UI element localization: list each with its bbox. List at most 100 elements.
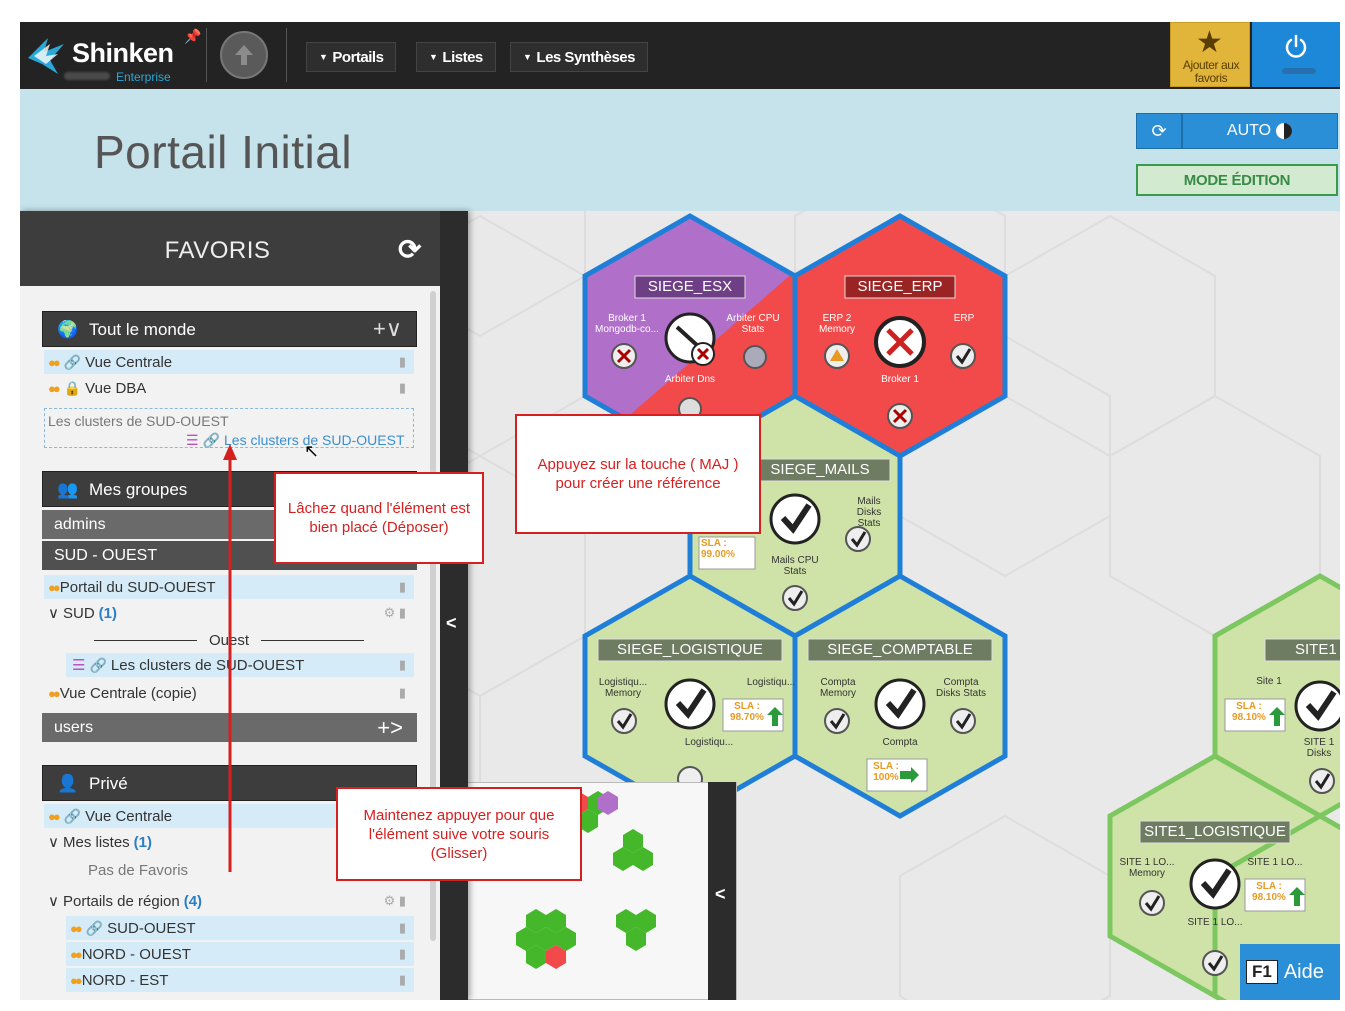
section-label: Privé <box>89 774 128 793</box>
service-label: ERP 2 Memory <box>818 313 856 335</box>
link-icon: 🔗 <box>202 432 220 448</box>
power-icon <box>1285 34 1307 58</box>
sla-value: SLA :98.10% <box>1232 701 1266 723</box>
list-item[interactable]: ●● NORD - OUEST ▮ <box>66 942 414 966</box>
f1-key: F1 <box>1246 960 1278 984</box>
list-item[interactable]: ☰ 🔗 Les clusters de SUD-OUEST ▮ <box>66 653 414 677</box>
list-item[interactable]: ●● 🔒 Vue DBA ▮ <box>44 376 414 400</box>
callout-drag: Maintenez appuyer pour que l'élément sui… <box>336 787 582 881</box>
service-label: Site 1 <box>1256 676 1282 687</box>
trash-icon[interactable]: ▮ <box>399 946 406 962</box>
trash-icon[interactable]: ▮ <box>399 579 406 595</box>
trash-icon[interactable]: ▮ <box>399 685 406 701</box>
caret-down-icon: ▼ <box>319 52 328 62</box>
brand-sub: Enterprise <box>116 70 171 84</box>
sla-value: SLA :98.10% <box>1252 881 1286 903</box>
nav-portails[interactable]: ▼ Portails <box>306 42 397 72</box>
dragged-item[interactable]: ☰ 🔗 Les clusters de SUD-OUEST <box>186 432 405 449</box>
trash-icon[interactable]: ▮ <box>399 920 406 936</box>
list-icon: ☰ <box>186 432 199 448</box>
brand-name: Shinken <box>72 38 174 68</box>
favorites-header: FAVORIS ⟳ <box>20 211 440 286</box>
hex-title-siege-logistique: SIEGE_LOGISTIQUE <box>617 641 763 658</box>
trash-icon[interactable]: ▮ <box>399 657 406 673</box>
help-label: Aide <box>1283 960 1324 983</box>
list-item[interactable]: ●● 🔗 SUD-OUEST ▮ <box>66 916 414 940</box>
top-bar: Shinken Enterprise 📌 ▼ Portails ▼ Listes ▼… <box>20 22 1340 89</box>
cursor-icon: ↖ <box>304 441 320 461</box>
trash-icon[interactable]: ⚙ ▮ <box>384 605 406 621</box>
auto-refresh-button[interactable]: AUTO <box>1182 113 1338 149</box>
hex-title-siege-comptable: SIEGE_COMPTABLE <box>827 641 973 658</box>
service-label: Mails CPU Stats <box>771 555 819 577</box>
service-label: ERP <box>953 313 975 324</box>
sla-value: SLA :100% <box>873 761 899 783</box>
drop-placeholder: Les clusters de SUD-OUEST <box>48 413 229 429</box>
hex-title-siege-mails: SIEGE_MAILS <box>770 461 870 478</box>
service-label: SITE 1 LO... <box>1187 917 1243 928</box>
service-label: SITE 1 LO... <box>1247 857 1303 868</box>
service-label: Compta Disks Stats <box>935 677 986 699</box>
portal-header: Portail Initial ⟳ AUTO MODE ÉDITION <box>20 89 1340 211</box>
list-item[interactable]: ●● 🔗 Vue Centrale ▮ <box>44 350 414 374</box>
service-label: Logistiqu... <box>684 737 734 748</box>
sla-value: SLA :98.70% <box>730 701 764 723</box>
callout-shift: Appuyez sur la touche ( MAJ ) pour créer… <box>515 414 761 534</box>
nav-listes[interactable]: ▼ Listes <box>416 42 496 72</box>
section-label: Mes groupes <box>89 480 188 499</box>
user-name-blurred <box>64 72 110 80</box>
logout-button[interactable] <box>1252 22 1340 87</box>
panel-collapse[interactable]: < <box>440 211 468 1000</box>
service-label: Logistiqu... <box>746 677 796 688</box>
service-label: Logistiqu... Memory <box>598 677 648 699</box>
add-favorites-button[interactable]: ★ Ajouter aux favoris <box>1170 22 1250 87</box>
add-expand-icon[interactable]: +> <box>377 715 403 741</box>
up-arrow-button[interactable] <box>220 31 268 79</box>
honeycomb-icon: ●● <box>48 354 61 370</box>
favorites-title: FAVORIS <box>164 237 271 264</box>
section-everyone[interactable]: 🌍 Tout le monde +∨ <box>42 311 417 347</box>
honeycomb-icon: ●● <box>70 920 83 936</box>
honeycomb-icon: ●● <box>70 972 83 988</box>
service-label: Broker 1 Mongodb-co... <box>595 313 659 335</box>
divider <box>206 28 207 82</box>
nav-syntheses[interactable]: ▼ Les Synthèses <box>510 42 648 72</box>
service-label: Compta Memory <box>819 677 857 699</box>
service-label: Arbiter CPU Stats <box>726 313 780 335</box>
trash-icon[interactable]: ▮ <box>399 380 406 396</box>
honeycomb-icon: ●● <box>70 946 83 962</box>
refresh-button[interactable]: ⟳ <box>1136 113 1182 149</box>
edit-mode-button[interactable]: MODE ÉDITION <box>1136 164 1338 196</box>
chevron-down-icon: ∨ <box>48 893 59 910</box>
service-label: Broker 1 <box>881 374 919 385</box>
shinken-logo[interactable]: Shinken Enterprise 📌 <box>24 28 204 84</box>
service-label: Arbiter Dns <box>665 374 716 385</box>
hex-title-siege-esx: SIEGE_ESX <box>647 278 733 295</box>
folder-regions[interactable]: ∨ Portails de région (4) ⚙ ▮ <box>44 889 414 913</box>
help-button[interactable]: F1 Aide <box>1240 944 1340 1000</box>
trash-icon[interactable]: ▮ <box>399 972 406 988</box>
divider <box>286 28 287 82</box>
section-label: Tout le monde <box>89 320 196 339</box>
service-label: SITE 1 LO... Memory <box>1119 857 1175 879</box>
pin-icon[interactable]: 📌 <box>184 28 201 45</box>
add-collapse-icon[interactable]: +∨ <box>373 316 402 342</box>
favorites-panel: FAVORIS ⟳ < 🌍 Tout le monde +∨ ●● 🔗 Vue Ce… <box>20 211 468 1000</box>
service-label: Compta <box>882 737 918 748</box>
auto-label: AUTO <box>1226 122 1272 139</box>
minimap-toggle[interactable]: < <box>708 782 736 1000</box>
group-icon: 👥 <box>57 480 79 499</box>
app-frame: Shinken Enterprise 📌 ▼ Portails ▼ Listes ▼… <box>20 22 1340 1000</box>
refresh-icon[interactable]: ⟳ <box>398 233 421 266</box>
chevron-down-icon: ∨ <box>48 605 59 622</box>
lock-link-icon: 🔒 <box>63 379 82 396</box>
hex-title-siege-erp: SIEGE_ERP <box>857 278 943 295</box>
link-icon: 🔗 <box>85 919 104 936</box>
trash-icon[interactable]: ⚙ ▮ <box>384 893 406 909</box>
callout-drop: Lâchez quand l'élément est bien placé (D… <box>274 472 484 564</box>
list-item[interactable]: ●● NORD - EST ▮ <box>66 968 414 992</box>
trash-icon[interactable]: ▮ <box>399 354 406 370</box>
chevron-left-icon: < <box>446 613 457 633</box>
drag-arrow <box>223 444 237 872</box>
up-arrow-icon <box>235 45 253 65</box>
